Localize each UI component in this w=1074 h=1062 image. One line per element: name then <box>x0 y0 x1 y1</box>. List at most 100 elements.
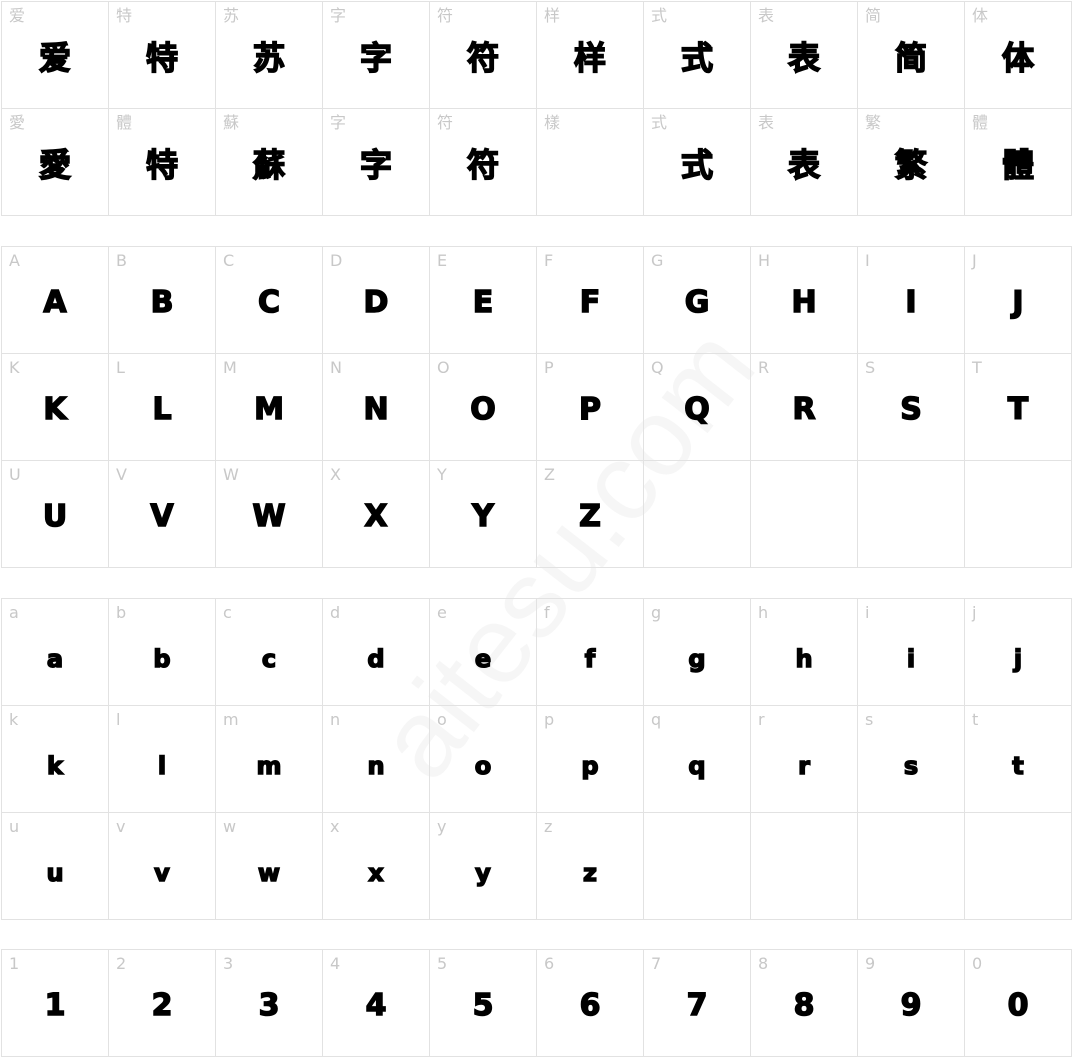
glyph-cell: mm <box>216 706 323 813</box>
glyph-sample: 式 <box>680 145 714 185</box>
glyph-sample: m <box>256 751 283 781</box>
glyph-sample: j <box>1013 644 1023 674</box>
glyph-cell: ee <box>430 599 537 706</box>
glyph-label: q <box>651 710 662 729</box>
glyph-label: K <box>9 358 20 377</box>
glyph-label: 樣 <box>544 113 561 132</box>
glyph-label: b <box>116 603 127 622</box>
glyph-sample: 苏 <box>252 38 286 78</box>
glyph-sample: T <box>1007 391 1029 428</box>
glyph-label: 符 <box>437 6 454 25</box>
glyph-cell <box>644 813 751 920</box>
glyph-cell: JJ <box>965 247 1072 354</box>
glyph-cell <box>965 461 1072 568</box>
glyph-label: D <box>330 251 343 270</box>
glyph-cell: ii <box>858 599 965 706</box>
glyph-sample: 表 <box>787 38 821 78</box>
digits-glyph-grid: 11223344556677889900 <box>1 949 1072 1057</box>
glyph-sample: S <box>899 391 922 428</box>
glyph-cell: ww <box>216 813 323 920</box>
glyph-label: L <box>116 358 125 377</box>
glyph-cell: qq <box>644 706 751 813</box>
glyph-sample: 5 <box>472 987 494 1024</box>
glyph-label: H <box>758 251 771 270</box>
glyph-label: 9 <box>865 954 876 973</box>
glyph-sample: d <box>367 644 386 674</box>
glyph-label: i <box>865 603 870 622</box>
glyph-sample: 特 <box>145 145 179 185</box>
glyph-sample: i <box>906 644 916 674</box>
glyph-label: 苏 <box>223 6 240 25</box>
glyph-cell: 式式 <box>644 2 751 109</box>
glyph-cell: TT <box>965 354 1072 461</box>
glyph-label: 简 <box>865 6 882 25</box>
glyph-label: 字 <box>330 113 347 132</box>
glyph-cell: KK <box>2 354 109 461</box>
glyph-cell: nn <box>323 706 430 813</box>
glyph-sample: L <box>152 391 173 428</box>
glyph-label: p <box>544 710 555 729</box>
glyph-cell: 99 <box>858 950 965 1057</box>
glyph-sample: b <box>153 644 172 674</box>
glyph-cell: II <box>858 247 965 354</box>
glyph-sample: 样 <box>573 38 607 78</box>
glyph-cell: 符符 <box>430 109 537 216</box>
glyph-label: R <box>758 358 770 377</box>
glyph-cell: 特特 <box>109 2 216 109</box>
glyph-sample: 符 <box>466 38 500 78</box>
glyph-sample: I <box>905 284 918 321</box>
glyph-sample: Y <box>471 498 494 535</box>
glyph-cell <box>644 461 751 568</box>
glyph-cell: 字字 <box>323 109 430 216</box>
glyph-label: 愛 <box>9 113 26 132</box>
glyph-cell <box>751 813 858 920</box>
glyph-label: E <box>437 251 448 270</box>
glyph-label: e <box>437 603 447 622</box>
glyph-label: 繁 <box>865 113 882 132</box>
glyph-cell: HH <box>751 247 858 354</box>
glyph-label: 1 <box>9 954 20 973</box>
glyph-sample: F <box>579 284 601 321</box>
glyph-cell: 字字 <box>323 2 430 109</box>
glyph-label: F <box>544 251 554 270</box>
glyph-cell: 愛愛 <box>2 109 109 216</box>
glyph-label: X <box>330 465 341 484</box>
glyph-sample: t <box>1012 751 1025 781</box>
glyph-label: g <box>651 603 662 622</box>
glyph-cell: 66 <box>537 950 644 1057</box>
glyph-label: B <box>116 251 127 270</box>
glyph-sample: J <box>1012 284 1025 321</box>
glyph-sample: 7 <box>686 987 708 1024</box>
glyph-sample: R <box>792 391 817 428</box>
glyph-cell: kk <box>2 706 109 813</box>
glyph-cell: uu <box>2 813 109 920</box>
glyph-label: 特 <box>116 6 133 25</box>
glyph-label: Y <box>437 465 447 484</box>
glyph-sample: a <box>46 644 64 674</box>
glyph-sample: s <box>903 751 919 781</box>
glyph-label: 符 <box>437 113 454 132</box>
glyph-sample: P <box>578 391 602 428</box>
glyph-sample: N <box>363 391 390 428</box>
glyph-cell: vv <box>109 813 216 920</box>
glyph-label: T <box>972 358 982 377</box>
glyph-sample: k <box>46 751 63 781</box>
glyph-label: V <box>116 465 127 484</box>
glyph-sample: 3 <box>258 987 280 1024</box>
glyph-sample: K <box>43 391 68 428</box>
glyph-cell: 77 <box>644 950 751 1057</box>
glyph-label: S <box>865 358 876 377</box>
glyph-sample: 特 <box>145 38 179 78</box>
glyph-label: 2 <box>116 954 127 973</box>
glyph-label: v <box>116 817 126 836</box>
glyph-cell: pp <box>537 706 644 813</box>
glyph-sample: 4 <box>365 987 387 1024</box>
glyph-sample: 符 <box>466 145 500 185</box>
uppercase-glyph-grid: AABBCCDDEEFFGGHHIIJJKKLLMMNNOOPPQQRRSSTT… <box>1 246 1072 568</box>
glyph-sample: D <box>363 284 389 321</box>
glyph-sample: 繁 <box>894 145 928 185</box>
glyph-cell: 22 <box>109 950 216 1057</box>
glyph-cell: hh <box>751 599 858 706</box>
glyph-sample: 爱 <box>38 38 72 78</box>
glyph-cell: ff <box>537 599 644 706</box>
